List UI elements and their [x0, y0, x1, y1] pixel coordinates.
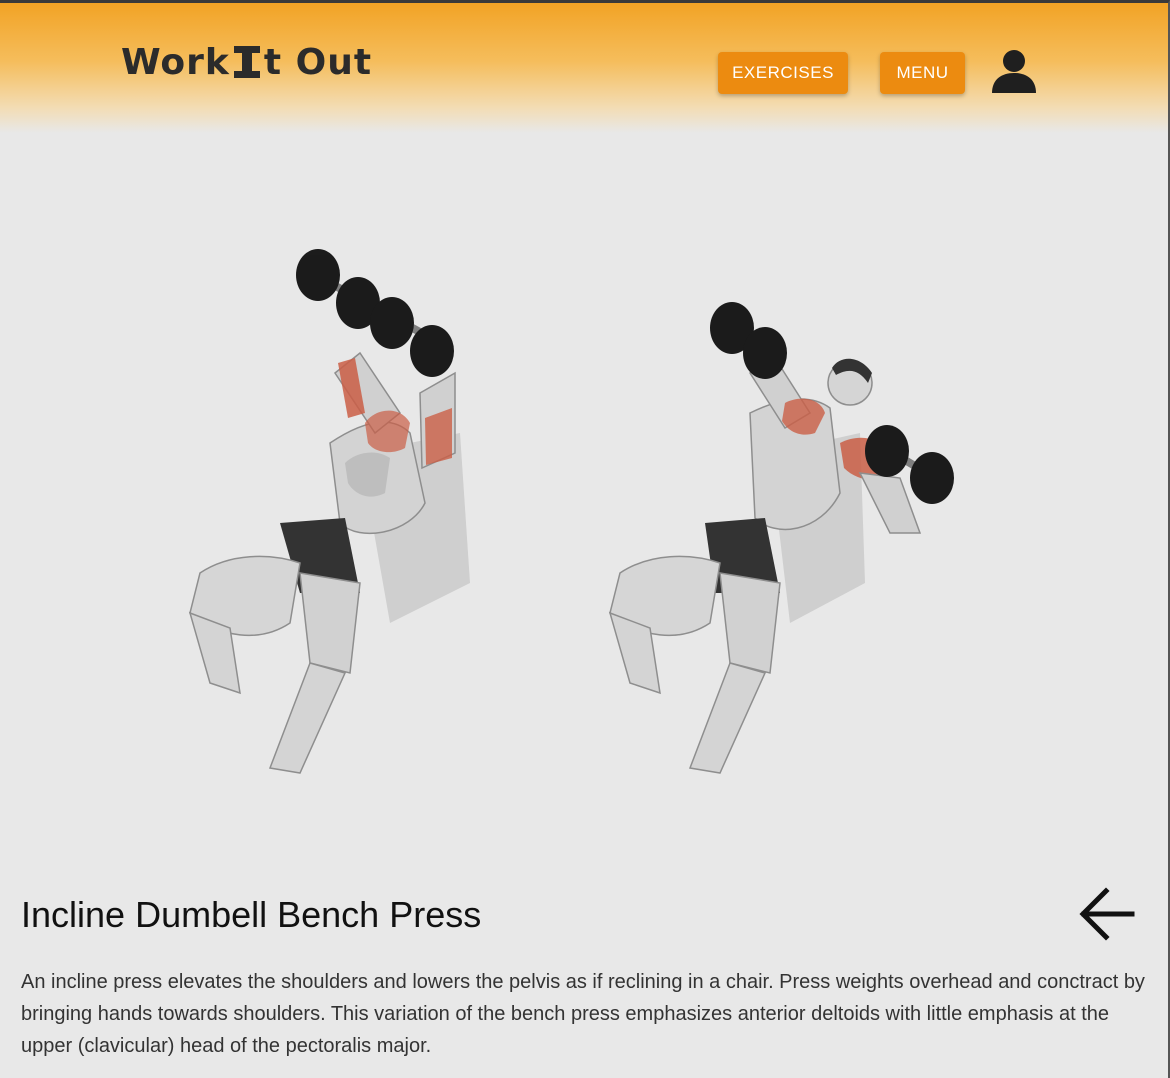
dumbbell-logo-icon — [233, 46, 260, 85]
exercise-description: An incline press elevates the shoulders … — [21, 971, 1145, 1057]
header: Work t Out EXERCISES MENU — [0, 3, 1168, 133]
exercises-button[interactable]: EXERCISES — [718, 52, 848, 94]
figure-left — [188, 249, 470, 774]
exercise-illustration — [160, 233, 980, 793]
figure-right — [608, 302, 954, 774]
logo-text-left: Work — [121, 42, 230, 83]
exercise-title: Incline Dumbell Bench Press — [21, 894, 482, 935]
logo-text-right: t Out — [263, 42, 373, 83]
user-icon[interactable] — [990, 47, 1038, 95]
logo[interactable]: Work t Out — [121, 45, 372, 85]
arrow-left-icon[interactable] — [1078, 887, 1136, 941]
menu-button[interactable]: MENU — [880, 52, 965, 94]
